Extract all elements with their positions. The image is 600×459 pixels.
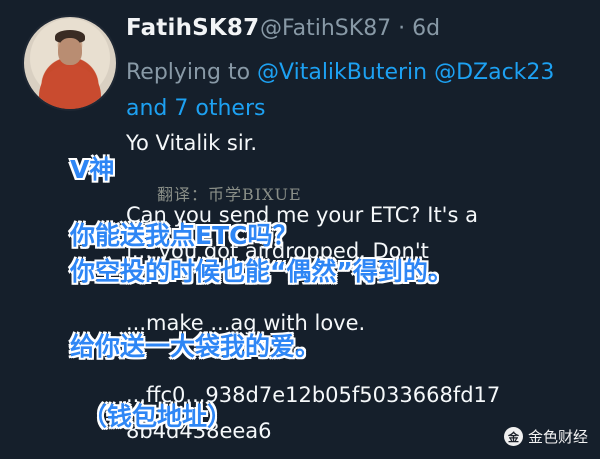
- translation-overlay: 给你送一大袋我的爱。: [70, 332, 321, 361]
- user-display-name[interactable]: FatihSK87: [126, 15, 259, 41]
- mention-dzack-link[interactable]: @DZack23: [434, 60, 554, 85]
- tweet-line: Yo Vitalik sir.: [126, 131, 258, 155]
- source-brand: 金 金色财经: [503, 426, 588, 447]
- avatar-body: [39, 65, 101, 109]
- mention-others-link[interactable]: and 7 others: [126, 96, 265, 121]
- user-handle-and-time[interactable]: @FatihSK87 · 6d: [260, 16, 440, 41]
- avatar-face: [58, 38, 82, 65]
- translation-overlay: V神: [70, 155, 115, 184]
- reply-prefix: Replying to: [126, 60, 258, 85]
- user-avatar[interactable]: [22, 15, 118, 111]
- tweet-card: FatihSK87 @FatihSK87 · 6d Replying to @V…: [0, 0, 600, 459]
- translation-watermark: 翻译：币学BIXUE: [157, 185, 302, 204]
- jinse-finance-icon: 金: [503, 427, 523, 446]
- translation-overlay: 你空投的时候也能“偶然”得到的。: [70, 257, 453, 286]
- mention-vitalik-link[interactable]: @VitalikButerin: [257, 60, 427, 85]
- translation-overlay: （钱包地址）: [82, 402, 233, 431]
- translation-overlay: 你能送我点ETC吗？: [70, 221, 298, 250]
- reply-context: Replying to @VitalikButerin @DZack23 and…: [126, 55, 586, 127]
- source-brand-label: 金色财经: [527, 428, 588, 446]
